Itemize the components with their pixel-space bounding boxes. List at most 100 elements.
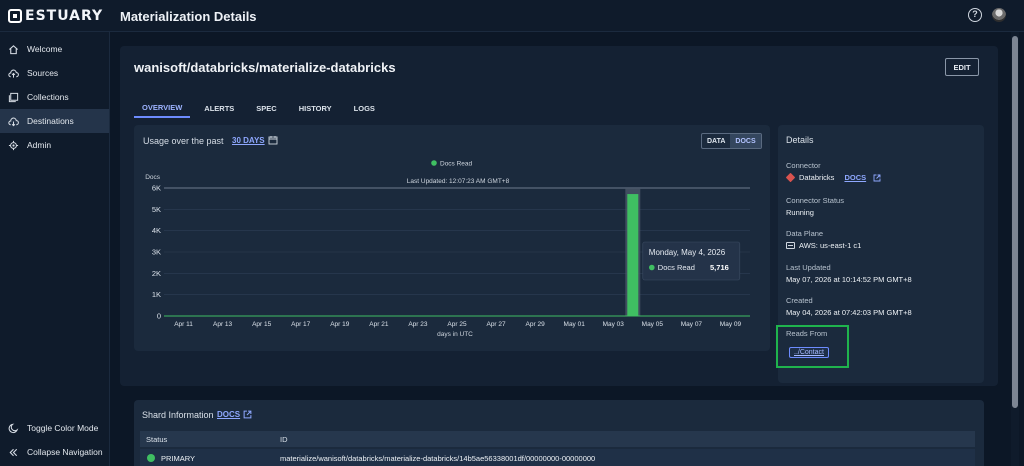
tab-alerts[interactable]: ALERTS — [196, 98, 242, 118]
usage-range-link[interactable]: 30 DAYS — [232, 136, 265, 145]
cloud-upload-icon — [8, 69, 19, 78]
toggle-docs-button[interactable]: DOCS — [730, 134, 761, 148]
last-updated-value: May 07, 2026 at 10:14:52 PM GMT+8 — [786, 275, 912, 284]
top-bar: ESTUARY Materialization Details ? — [0, 0, 1024, 32]
databricks-icon — [785, 172, 796, 183]
connector-row: Databricks DOCS — [785, 172, 881, 183]
double-chevron-left-icon — [9, 448, 18, 456]
tab-bar: OVERVIEW ALERTS SPEC HISTORY LOGS — [134, 98, 389, 120]
x-tick-label: Apr 19 — [330, 321, 350, 328]
toggle-data-button[interactable]: DATA — [702, 134, 730, 148]
sidebar-item-destinations[interactable]: Destinations — [0, 109, 109, 133]
estuary-logo[interactable]: ESTUARY — [8, 8, 103, 24]
shard-table-header: Status ID — [140, 431, 975, 447]
tooltip-date: Monday, May 4, 2026 — [649, 248, 726, 257]
tab-logs[interactable]: LOGS — [346, 98, 383, 118]
server-icon — [786, 242, 795, 249]
shard-information-title: Shard Information — [142, 410, 214, 420]
reads-from-chip[interactable]: ../Contact — [789, 347, 829, 358]
external-link-icon[interactable] — [873, 174, 881, 182]
x-tick-label: May 07 — [681, 321, 703, 328]
estuary-logo-icon — [8, 9, 22, 23]
sidebar: Welcome Sources Collections Destinations… — [0, 32, 110, 466]
sidebar-item-label: Admin — [27, 140, 52, 150]
y-axis-label: Docs — [145, 174, 161, 181]
moon-icon — [8, 423, 19, 433]
y-tick-label: 2K — [152, 269, 161, 278]
shard-id: materialize/wanisoft/databricks/material… — [280, 454, 596, 463]
usage-bar-chart: Docs Read Last Updated: 12:07:23 AM GMT+8… — [145, 160, 750, 338]
collapse-navigation-button[interactable]: Collapse Navigation — [0, 440, 109, 464]
column-header-id[interactable]: ID — [280, 435, 288, 444]
x-axis-label: days in UTC — [437, 331, 473, 338]
x-tick-label: May 05 — [642, 321, 664, 328]
sidebar-item-label: Sources — [27, 68, 59, 78]
tooltip-series: Docs Read — [658, 263, 695, 272]
user-avatar-icon[interactable] — [992, 8, 1006, 22]
data-plane-label: Data Plane — [786, 229, 824, 238]
last-updated-label: Last Updated: 12:07:23 AM GMT+8 — [407, 178, 510, 185]
logo-text: ESTUARY — [25, 8, 104, 24]
edit-button[interactable]: EDIT — [945, 58, 979, 76]
cloud-download-icon — [8, 117, 19, 126]
data-plane-value: AWS: us-east-1 c1 — [799, 241, 862, 250]
x-tick-label: Apr 17 — [291, 321, 311, 328]
collections-icon — [8, 92, 19, 102]
sidebar-item-collections[interactable]: Collections — [0, 85, 109, 109]
toggle-color-mode-button[interactable]: Toggle Color Mode — [0, 416, 109, 440]
shard-docs-link[interactable]: DOCS — [217, 410, 240, 419]
x-tick-label: Apr 29 — [526, 321, 546, 328]
sidebar-item-welcome[interactable]: Welcome — [0, 37, 109, 61]
data-docs-toggle: DATA DOCS — [701, 133, 762, 149]
x-tick-label: Apr 25 — [447, 321, 467, 328]
toggle-color-mode-label: Toggle Color Mode — [27, 423, 99, 433]
sidebar-item-label: Collections — [27, 92, 69, 102]
reads-from-label: Reads From — [786, 329, 828, 338]
sidebar-item-admin[interactable]: Admin — [0, 133, 109, 157]
usage-label: Usage over the past — [143, 136, 224, 146]
sidebar-item-label: Destinations — [27, 116, 74, 126]
status-dot-icon — [147, 454, 155, 462]
collapse-navigation-label: Collapse Navigation — [27, 447, 103, 457]
x-tick-label: Apr 13 — [213, 321, 233, 328]
x-tick-label: May 03 — [603, 321, 625, 328]
entity-name: wanisoft/databricks/materialize-databric… — [134, 60, 396, 75]
created-value: May 04, 2026 at 07:42:03 PM GMT+8 — [786, 308, 912, 317]
x-tick-label: May 09 — [720, 321, 742, 328]
connector-docs-link[interactable]: DOCS — [844, 173, 866, 182]
gear-icon — [8, 140, 19, 150]
table-row: PRIMARY materialize/wanisoft/databricks/… — [140, 449, 975, 466]
y-tick-label: 1K — [152, 290, 161, 299]
bar-docs-read — [627, 194, 639, 316]
home-icon — [9, 44, 18, 54]
column-header-status[interactable]: Status — [146, 435, 167, 444]
x-tick-label: Apr 27 — [486, 321, 506, 328]
x-tick-label: Apr 23 — [408, 321, 428, 328]
tooltip-swatch — [649, 264, 655, 271]
tooltip-value: 5,716 — [710, 263, 729, 272]
x-tick-label: Apr 15 — [252, 321, 272, 328]
calendar-icon[interactable] — [268, 135, 278, 145]
legend-label: Docs Read — [440, 161, 473, 168]
created-label: Created — [786, 296, 813, 305]
page-title: Materialization Details — [120, 9, 257, 24]
data-plane-row: AWS: us-east-1 c1 — [786, 241, 861, 250]
y-tick-label: 5K — [152, 205, 161, 214]
sidebar-item-sources[interactable]: Sources — [0, 61, 109, 85]
tab-spec[interactable]: SPEC — [248, 98, 284, 118]
tab-history[interactable]: HISTORY — [291, 98, 340, 118]
y-tick-label: 3K — [152, 248, 161, 257]
connector-value: Databricks — [799, 173, 835, 182]
last-updated-label: Last Updated — [786, 263, 831, 272]
y-tick-label: 6K — [152, 184, 161, 193]
tab-overview[interactable]: OVERVIEW — [134, 98, 191, 118]
scrollbar-thumb[interactable] — [1012, 36, 1018, 408]
x-tick-label: May 01 — [564, 321, 586, 328]
y-tick-label: 0 — [157, 312, 161, 321]
shard-status: PRIMARY — [161, 454, 196, 463]
connector-status-value: Running — [786, 208, 814, 217]
sidebar-item-label: Welcome — [27, 44, 63, 54]
x-tick-label: Apr 11 — [174, 321, 193, 328]
help-circle-icon[interactable]: ? — [968, 8, 982, 22]
external-link-icon[interactable] — [243, 410, 252, 419]
